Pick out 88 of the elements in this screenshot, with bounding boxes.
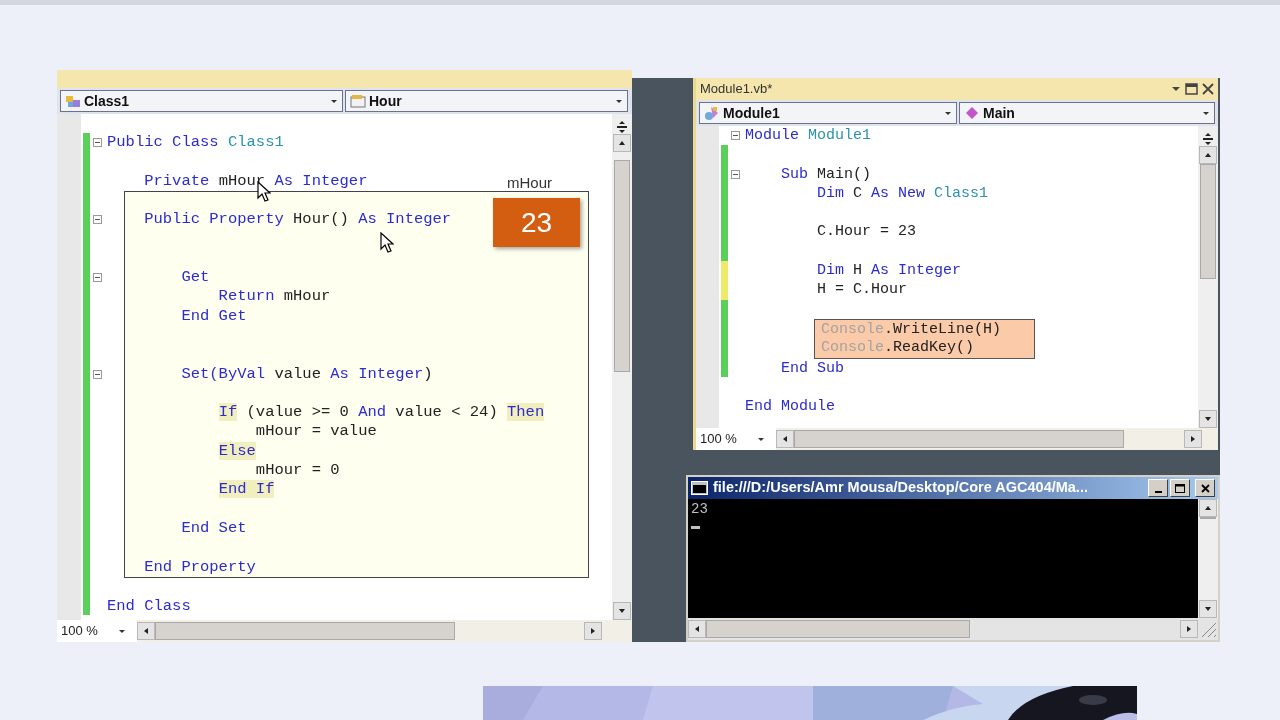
- annotation-label: mHour: [507, 173, 552, 193]
- scroll-up-button[interactable]: [613, 134, 631, 152]
- caret-icon: [1202, 110, 1210, 116]
- scroll-left-button[interactable]: [776, 430, 794, 448]
- code-line: H = C.Hour: [816, 280, 908, 300]
- maximize-icon: [1185, 83, 1198, 95]
- maximize-button[interactable]: [1170, 479, 1190, 497]
- scroll-thumb[interactable]: [706, 620, 970, 638]
- collapse-icon[interactable]: [731, 131, 740, 141]
- code-line: End Property: [143, 557, 256, 577]
- code-line: End Sub: [780, 358, 845, 378]
- vertical-scrollbar[interactable]: [612, 114, 632, 620]
- scroll-thumb[interactable]: [614, 160, 630, 372]
- horizontal-scrollbar[interactable]: [776, 428, 1202, 450]
- code-line: Public Class Class1: [107, 133, 284, 153]
- scroll-right-button[interactable]: [584, 622, 602, 640]
- window-title: Module1.vb*: [700, 80, 773, 99]
- scroll-down-button[interactable]: [1199, 600, 1217, 618]
- caret-icon: [330, 98, 338, 104]
- scroll-up-button[interactable]: [1199, 146, 1217, 164]
- close-icon: [1200, 483, 1210, 493]
- scroll-left-button[interactable]: [137, 622, 155, 640]
- code-line: Get: [180, 268, 210, 288]
- minimize-icon: [1154, 490, 1162, 493]
- code-line: Module Module1: [745, 126, 872, 146]
- console-output: 23: [691, 501, 709, 517]
- code-line: Dim C As New Class1: [816, 183, 989, 204]
- code-line: mHour = 0: [254, 461, 340, 481]
- member-dropdown[interactable]: Main: [959, 102, 1215, 124]
- scroll-thumb[interactable]: [155, 622, 455, 640]
- value-callout: 23: [493, 198, 580, 247]
- zoom-dropdown[interactable]: 100 %: [57, 620, 137, 642]
- scroll-up-button[interactable]: [1199, 499, 1217, 517]
- module-icon: [704, 105, 720, 121]
- vertical-scrollbar[interactable]: [1198, 499, 1218, 618]
- collapse-icon[interactable]: [93, 273, 102, 283]
- method-icon: [964, 105, 980, 121]
- collapse-icon[interactable]: [93, 215, 102, 225]
- scroll-thumb[interactable]: [1200, 517, 1216, 519]
- minimize-button[interactable]: [1148, 479, 1168, 497]
- console-icon: [691, 481, 708, 495]
- code-line: Public Property Hour() As Integer: [143, 210, 452, 230]
- scroll-right-button[interactable]: [1180, 620, 1198, 638]
- code-line: Console.WriteLine(H): [821, 319, 1002, 340]
- code-line: End Get: [180, 306, 247, 326]
- window-title: file:///D:/Users/Amr Mousa/Desktop/Core AGC404/Ma...: [713, 478, 1088, 498]
- collapse-icon[interactable]: [93, 369, 102, 379]
- scroll-down-button[interactable]: [1199, 410, 1217, 428]
- code-line: Sub Main(): [780, 164, 872, 184]
- caret-icon: [1171, 86, 1181, 92]
- code-line: Set(ByVal value As Integer): [180, 364, 433, 384]
- maximize-icon: [1175, 483, 1185, 493]
- horizontal-scrollbar[interactable]: [137, 620, 602, 642]
- horizontal-scrollbar[interactable]: [688, 618, 1198, 640]
- member-dropdown[interactable]: Hour: [345, 90, 628, 112]
- splitter-icon: [1201, 131, 1215, 146]
- code-line: End Class: [107, 597, 191, 617]
- mouse-pointer-icon: [380, 232, 394, 253]
- property-icon: [350, 93, 366, 109]
- caret-icon: [615, 98, 623, 104]
- text-cursor: [691, 526, 700, 529]
- caret-icon: [756, 436, 765, 442]
- code-line: If (value >= 0 And value < 24) Then: [217, 403, 545, 423]
- code-line: End Module: [745, 397, 835, 417]
- code-line: Return mHour: [217, 287, 331, 307]
- type-dropdown[interactable]: Class1: [60, 90, 343, 112]
- scroll-down-button[interactable]: [613, 602, 631, 620]
- scroll-thumb[interactable]: [1200, 164, 1216, 279]
- scroll-left-button[interactable]: [688, 620, 706, 638]
- code-line: Console.ReadKey(): [821, 338, 975, 358]
- code-line: Dim H As Integer: [816, 261, 962, 281]
- caret-icon: [117, 628, 126, 634]
- collapse-icon[interactable]: [731, 169, 740, 179]
- type-dropdown[interactable]: Module1: [699, 102, 957, 124]
- code-line: Private mHour As Integer: [143, 171, 368, 191]
- caret-icon: [944, 110, 952, 116]
- code-line: mHour = value: [254, 422, 377, 442]
- close-button[interactable]: [1195, 479, 1215, 497]
- collapse-icon[interactable]: [93, 138, 102, 148]
- splitter-icon: [615, 119, 629, 134]
- close-icon: [1202, 83, 1214, 95]
- scroll-right-button[interactable]: [1184, 430, 1202, 448]
- class-icon: [65, 93, 81, 109]
- vertical-scrollbar[interactable]: [1198, 126, 1218, 428]
- scroll-thumb[interactable]: [794, 430, 1124, 448]
- zoom-dropdown[interactable]: 100 %: [696, 428, 776, 450]
- code-line: End Set: [180, 518, 247, 539]
- code-line: C.Hour = 23: [816, 222, 917, 242]
